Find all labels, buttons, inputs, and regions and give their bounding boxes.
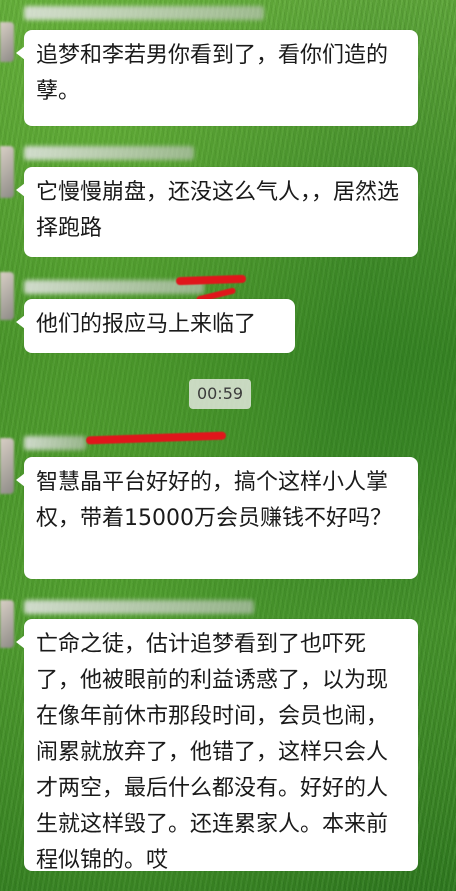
red-redaction-mark (85, 431, 227, 445)
message-text: 追梦和李若男你看到了，看你们造的孽。 (36, 43, 389, 104)
sender-name-blurred (24, 6, 264, 20)
timestamp-chip: 00:59 (189, 379, 251, 409)
chat-view: 追梦和李若男你看到了，看你们造的孽。 它慢慢崩盘，还没这么气人，，居然选择跑路 … (0, 0, 456, 891)
red-redaction-mark (175, 274, 247, 286)
avatar[interactable] (0, 600, 14, 648)
message-bubble[interactable]: 亡命之徒，估计追梦看到了也吓死了，他被眼前的利益诱惑了，以为现在像年前休市那段时… (16, 619, 418, 873)
avatar[interactable] (0, 438, 14, 494)
message-bubble[interactable]: 它慢慢崩盘，还没这么气人，，居然选择跑路 (16, 167, 418, 257)
sender-name-blurred (24, 600, 254, 614)
message-bubble[interactable]: 他们的报应马上来临了 (16, 299, 295, 353)
avatar[interactable] (0, 272, 14, 320)
message-text: 他们的报应马上来临了 (36, 312, 257, 337)
message-text: 智慧晶平台好好的，搞个这样小人掌权，带着15000万会员赚钱不好吗？ (36, 470, 392, 531)
avatar[interactable] (0, 146, 14, 198)
message-bubble[interactable]: 追梦和李若男你看到了，看你们造的孽。 (16, 30, 418, 126)
message-text: 亡命之徒，估计追梦看到了也吓死了，他被眼前的利益诱惑了，以为现在像年前休市那段时… (36, 632, 389, 873)
message-text: 它慢慢崩盘，还没这么气人，，居然选择跑路 (36, 180, 400, 241)
avatar[interactable] (0, 22, 14, 62)
message-bubble[interactable]: 智慧晶平台好好的，搞个这样小人掌权，带着15000万会员赚钱不好吗？ (16, 457, 418, 579)
sender-name-blurred (24, 146, 194, 160)
sender-name-blurred (24, 436, 86, 450)
